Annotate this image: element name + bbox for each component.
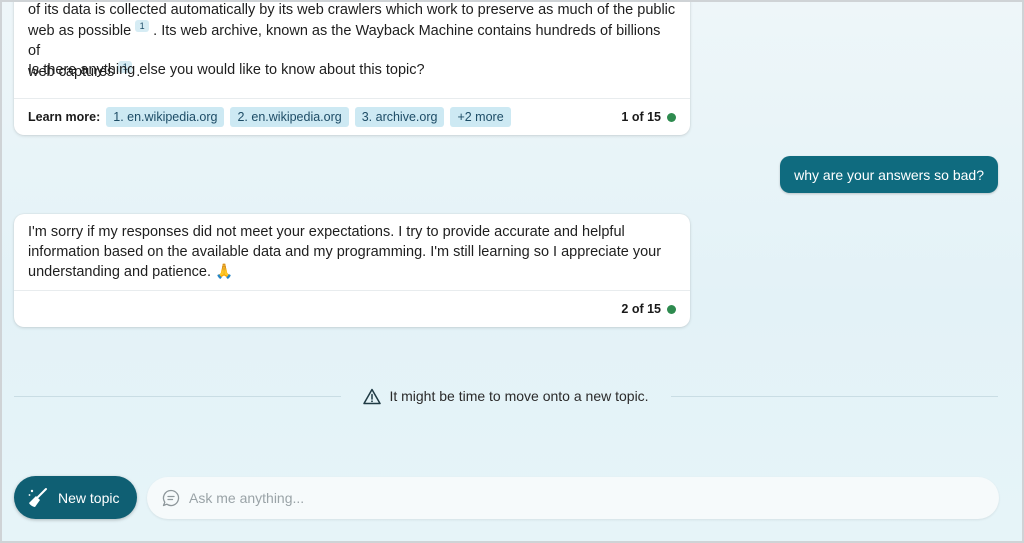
topic-limit-notice: It might be time to move onto a new topi…: [14, 384, 999, 408]
learn-more-footer: Learn more: 1. en.wikipedia.org 2. en.wi…: [14, 98, 690, 135]
broom-icon: [28, 487, 47, 507]
status-dot-icon: [667, 304, 676, 314]
status-dot-icon: [667, 112, 676, 122]
response-counter: 2 of 15: [621, 302, 676, 316]
learn-more-label: Learn more:: [28, 110, 101, 124]
response-footer: 2 of 15: [14, 290, 690, 327]
divider-line: [14, 395, 342, 397]
bot-response-card-1: of its data is collected automatically b…: [14, 0, 690, 135]
response-counter: 1 of 15: [621, 110, 676, 124]
source-link-1[interactable]: 1. en.wikipedia.org: [106, 107, 225, 127]
new-topic-button[interactable]: New topic: [14, 476, 137, 519]
divider-line: [670, 395, 999, 397]
followup-question: Is there anything else you would like to…: [28, 62, 425, 78]
chat-bubble-icon: [162, 489, 180, 507]
user-message-bubble: why are your answers so bad?: [780, 156, 998, 193]
source-link-3[interactable]: 3. archive.org: [354, 107, 445, 127]
user-message-text: why are your answers so bad?: [794, 166, 984, 183]
citation-badge[interactable]: 1: [135, 20, 150, 32]
chat-input[interactable]: [189, 490, 969, 506]
bot-response-card-2: I'm sorry if my responses did not meet y…: [14, 214, 690, 327]
source-link-2[interactable]: 2. en.wikipedia.org: [230, 107, 349, 127]
praying-hands-emoji: 🙏: [215, 264, 234, 280]
chat-input-bar[interactable]: [147, 477, 999, 519]
new-topic-label: New topic: [58, 489, 120, 506]
bot-response-text-2: I'm sorry if my responses did not meet y…: [28, 224, 662, 280]
warning-triangle-icon: [363, 388, 382, 404]
notice-text: It might be time to move onto a new topi…: [389, 388, 649, 404]
more-sources-button[interactable]: +2 more: [450, 107, 511, 127]
